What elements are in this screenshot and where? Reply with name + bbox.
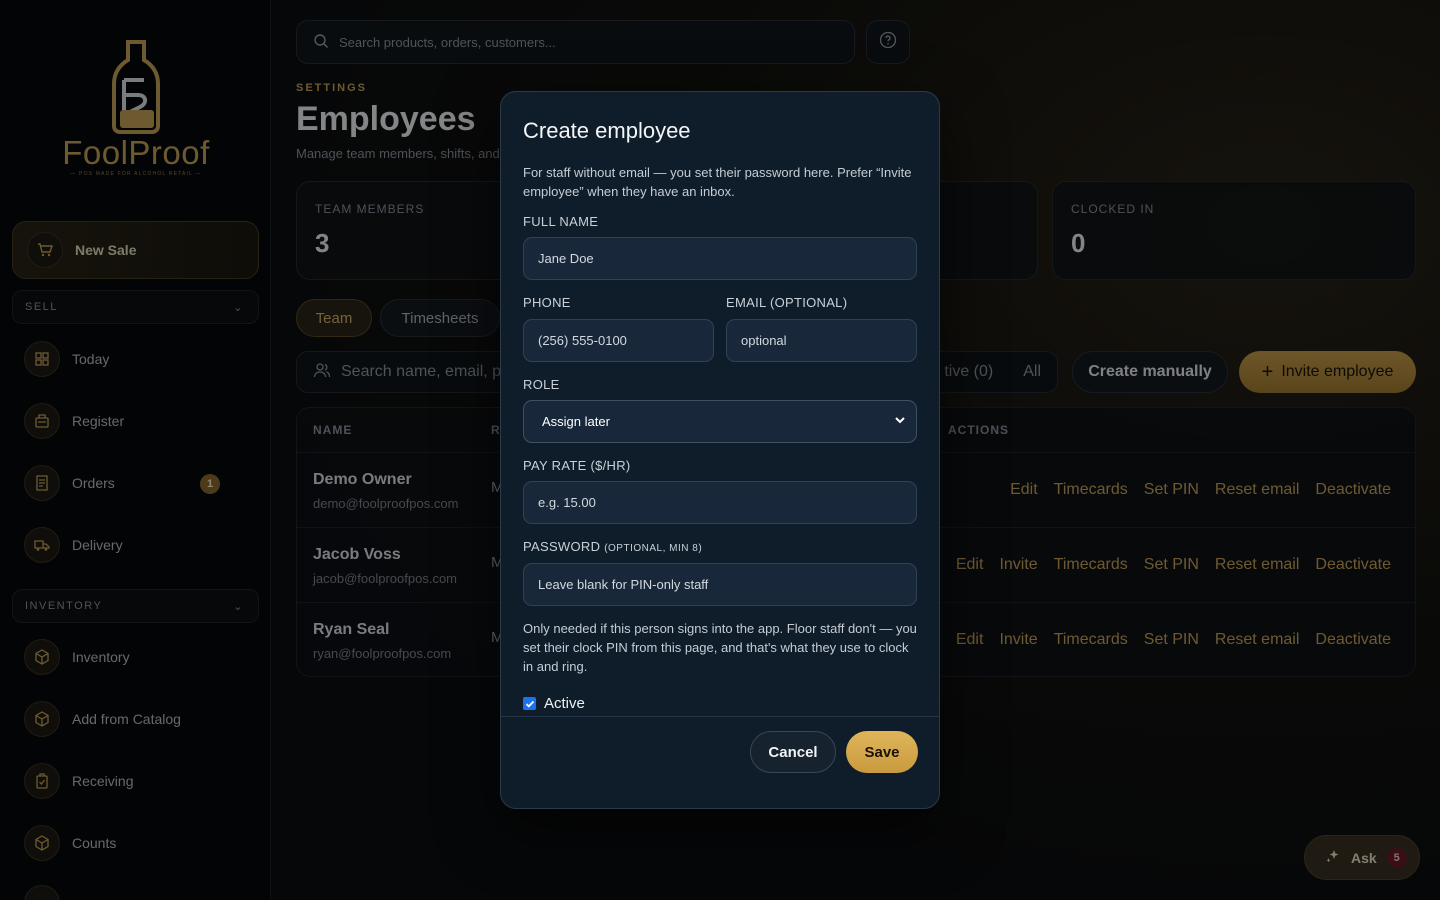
phone-value: (256) 555-0100 bbox=[538, 333, 627, 348]
active-checkbox-row[interactable]: Active bbox=[523, 695, 585, 712]
cancel-button[interactable]: Cancel bbox=[750, 731, 836, 773]
password-label: PASSWORD (OPTIONAL, MIN 8) bbox=[523, 539, 703, 554]
password-placeholder: Leave blank for PIN-only staff bbox=[538, 577, 709, 592]
active-label: Active bbox=[544, 695, 585, 712]
save-button[interactable]: Save bbox=[846, 731, 918, 773]
active-checkbox[interactable] bbox=[523, 697, 536, 710]
full-name-field[interactable]: Jane Doe bbox=[523, 237, 917, 280]
password-hint: (OPTIONAL, MIN 8) bbox=[604, 543, 703, 554]
pay-rate-placeholder: e.g. 15.00 bbox=[538, 495, 596, 510]
create-employee-dialog: Create employee For staff without email … bbox=[500, 91, 940, 809]
dialog-footer-divider bbox=[501, 716, 939, 717]
password-help-text: Only needed if this person signs into th… bbox=[523, 621, 917, 674]
role-selected-value: Assign later bbox=[542, 414, 610, 429]
pay-rate-label: PAY RATE ($/HR) bbox=[523, 458, 631, 473]
password-field[interactable]: Leave blank for PIN-only staff bbox=[523, 563, 917, 606]
email-field[interactable]: optional bbox=[726, 319, 917, 362]
phone-field[interactable]: (256) 555-0100 bbox=[523, 319, 714, 362]
dialog-title: Create employee bbox=[523, 118, 691, 143]
phone-label: PHONE bbox=[523, 295, 571, 310]
role-label: ROLE bbox=[523, 377, 560, 392]
role-select[interactable]: Assign later bbox=[523, 400, 917, 443]
email-placeholder: optional bbox=[741, 333, 787, 348]
full-name-label: FULL NAME bbox=[523, 214, 599, 229]
full-name-placeholder: Jane Doe bbox=[538, 251, 594, 266]
chevron-down-icon bbox=[894, 414, 906, 429]
pay-rate-field[interactable]: e.g. 15.00 bbox=[523, 481, 917, 524]
email-label: EMAIL (OPTIONAL) bbox=[726, 295, 848, 310]
dialog-intro: For staff without email — you set their … bbox=[523, 165, 912, 199]
